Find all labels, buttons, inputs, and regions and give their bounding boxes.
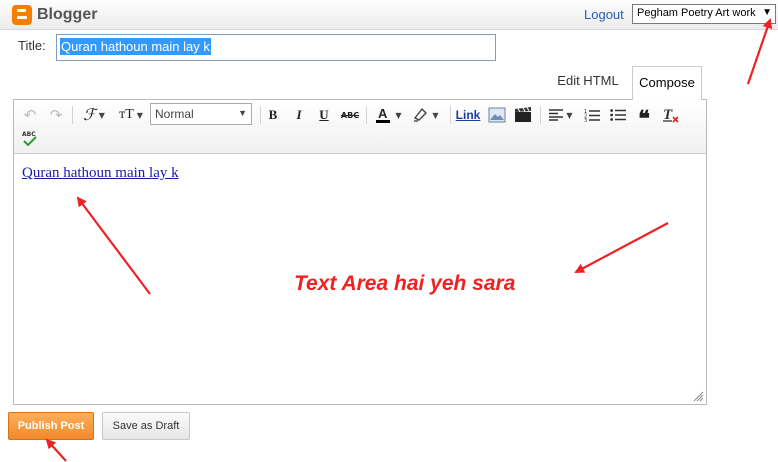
format-select-value: Normal <box>155 107 194 121</box>
underline-icon[interactable]: U <box>315 105 333 125</box>
highlight-glyph <box>414 107 428 122</box>
redo-icon[interactable]: ↷ <box>46 105 66 125</box>
tab-compose[interactable]: Compose <box>632 66 702 100</box>
bold-icon[interactable]: B <box>264 105 282 125</box>
toolbar-divider <box>260 106 261 124</box>
blog-selector-value: Pegham Poetry Art work <box>637 7 756 19</box>
spellcheck-glyph: ABC <box>22 131 37 147</box>
annotation-text: Text Area hai yeh sara <box>294 272 516 295</box>
toolbar-divider <box>540 106 541 124</box>
link-label: Link <box>455 108 481 122</box>
top-bar: Blogger Logout Pegham Poetry Art work ▼ <box>0 0 778 30</box>
svg-text:3: 3 <box>584 118 587 122</box>
publish-post-button[interactable]: Publish Post <box>8 412 94 440</box>
highlight-icon[interactable]: ▼ <box>408 105 442 125</box>
bullet-list-glyph <box>610 109 626 121</box>
title-input-value: Quran hathoun main lay k <box>60 38 211 55</box>
font-family-icon[interactable]: ℱ ▼ <box>78 105 110 125</box>
chevron-down-icon: ▼ <box>238 108 247 118</box>
blogger-logo-icon <box>12 5 32 25</box>
numbered-list-glyph: 1 2 3 <box>584 109 600 122</box>
text-color-glyph: A <box>376 106 391 123</box>
blockquote-icon[interactable]: ❝ <box>634 105 654 132</box>
align-icon[interactable]: ▼ <box>546 105 576 125</box>
chevron-down-icon: ▼ <box>762 7 772 18</box>
toolbar-divider <box>72 106 73 124</box>
brand-name: Blogger <box>37 6 98 23</box>
font-size-icon[interactable]: тT ▼ <box>114 105 148 125</box>
undo-icon[interactable]: ↶ <box>20 105 40 125</box>
image-glyph <box>488 107 506 123</box>
toolbar-divider <box>366 106 367 124</box>
editor-toolbar: ↶ ↷ ℱ ▼ тT ▼ Normal ▼ B I U ABC A ▼ ▼ Link <box>14 100 706 154</box>
save-as-draft-button[interactable]: Save as Draft <box>102 412 190 440</box>
blog-selector[interactable]: Pegham Poetry Art work ▼ <box>632 4 776 24</box>
post-body-link[interactable]: Quran hathoun main lay k <box>22 165 179 181</box>
align-glyph <box>549 109 564 121</box>
image-icon[interactable] <box>486 105 508 125</box>
toolbar-divider <box>450 106 451 124</box>
numbered-list-icon[interactable]: 1 2 3 <box>582 105 602 125</box>
post-editor: ↶ ↷ ℱ ▼ тT ▼ Normal ▼ B I U ABC A ▼ ▼ Link <box>13 99 707 405</box>
text-color-icon[interactable]: A ▼ <box>372 105 404 125</box>
logout-link[interactable]: Logout <box>584 7 624 22</box>
video-glyph <box>515 107 531 122</box>
brand[interactable]: Blogger <box>12 5 97 25</box>
spellcheck-icon[interactable]: ABC <box>20 128 40 148</box>
bullet-list-icon[interactable] <box>608 105 628 125</box>
link-button[interactable]: Link <box>454 105 482 125</box>
svg-text:ABC: ABC <box>22 131 36 138</box>
title-input[interactable]: Quran hathoun main lay k <box>56 34 496 61</box>
video-icon[interactable] <box>512 105 534 125</box>
arrow-to-publish-button <box>45 438 67 462</box>
strikethrough-icon[interactable]: ABC <box>340 105 360 125</box>
format-select[interactable]: Normal ▼ <box>150 103 252 125</box>
tab-edit-html[interactable]: Edit HTML <box>546 66 630 96</box>
resize-handle-icon[interactable] <box>692 390 704 402</box>
italic-icon[interactable]: I <box>290 105 308 125</box>
title-label: Title: <box>18 38 46 53</box>
remove-formatting-icon[interactable]: T <box>660 105 682 125</box>
svg-text:A: A <box>378 106 388 121</box>
remove-formatting-glyph: T <box>663 107 679 123</box>
